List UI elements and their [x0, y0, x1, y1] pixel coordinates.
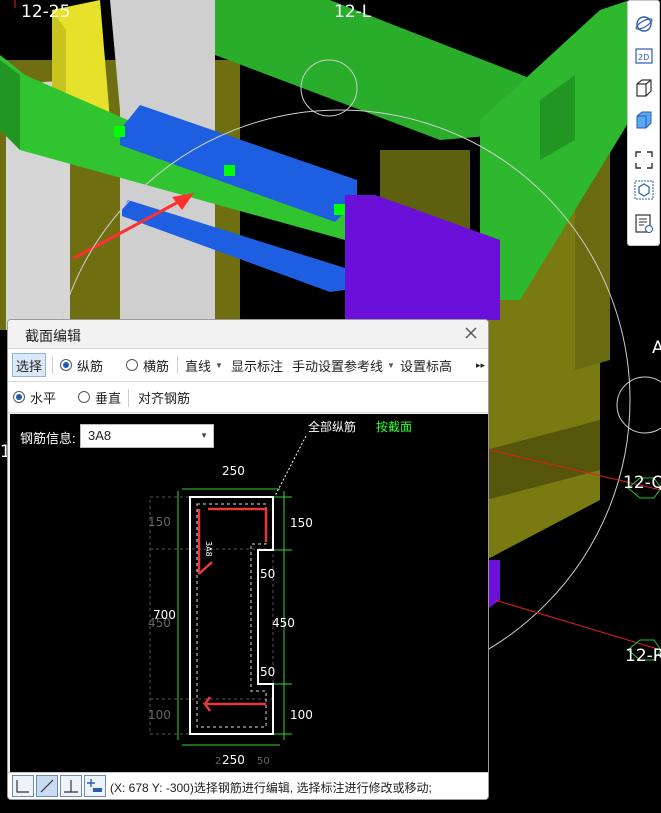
radio-indicator	[13, 391, 25, 403]
transverse-label: 横筋	[143, 358, 170, 374]
horizontal-label: 水平	[30, 390, 57, 406]
grip-handle[interactable]	[114, 126, 125, 137]
orbit-icon[interactable]	[631, 11, 657, 37]
toolbar-separator	[52, 356, 53, 374]
dialog-title: 截面编辑	[25, 328, 81, 344]
rebar-bottom-hook[interactable]	[203, 696, 212, 705]
svg-text:2D: 2D	[638, 53, 649, 62]
axis-label: 12-Q	[623, 473, 661, 493]
longitudinal-radio[interactable]: 纵筋	[60, 349, 103, 381]
edit-toolbar: 选择 纵筋 横筋 直线 ▼ 显示标注 手动设置参考线 ▼ 设置标高 ▸▸	[8, 349, 488, 382]
toolbar-separator	[177, 356, 178, 374]
grip-handle[interactable]	[334, 204, 345, 215]
dim-text: 700	[153, 608, 176, 622]
angle-snap-icon[interactable]	[12, 775, 34, 797]
status-bar: (X: 678 Y: -300)选择钢筋进行编辑, 选择标注进行修改或移动;	[8, 772, 488, 799]
dim-text: 250	[222, 464, 245, 478]
ghost-dim: 50	[257, 756, 270, 767]
axis-label: 12-L	[334, 2, 372, 22]
all-longitudinal-text: 全部纵筋	[308, 419, 356, 434]
section-outline	[189, 496, 274, 735]
close-icon[interactable]	[462, 324, 480, 342]
grip-handle[interactable]	[224, 165, 235, 176]
dim-text: 50	[260, 665, 275, 679]
rebar-hook[interactable]	[198, 561, 213, 575]
longitudinal-label: 纵筋	[77, 358, 104, 374]
line-label: 直线	[185, 358, 212, 374]
manual-ref-dropdown[interactable]: 手动设置参考线 ▼	[292, 349, 395, 381]
cube-display-icon[interactable]	[631, 177, 657, 203]
status-text: (X: 678 Y: -300)选择钢筋进行编辑, 选择标注进行修改或移动;	[110, 781, 432, 795]
ghost-dim: 2	[215, 756, 221, 767]
by-section-text: 按截面	[376, 420, 412, 434]
section-drawing: 全部纵筋 按截面 150 450 100 3A8 250 250 2 50 70…	[148, 419, 412, 767]
rebar-info-label: 钢筋信息:	[20, 431, 76, 446]
perpendicular-icon[interactable]	[60, 775, 82, 797]
fit-view-icon[interactable]	[631, 147, 657, 173]
axis-label: 12-R	[625, 646, 661, 666]
3d-box-outline-icon[interactable]	[631, 75, 657, 101]
section-inner-outline	[196, 503, 267, 728]
dialog-title-bar[interactable]: 截面编辑	[8, 320, 488, 349]
dim-text: 450	[272, 616, 295, 630]
dim-text: 150	[290, 516, 313, 530]
horizontal-radio[interactable]: 水平	[13, 382, 56, 412]
select-button[interactable]: 选择	[12, 353, 47, 377]
manual-ref-label: 手动设置参考线	[292, 358, 384, 374]
axis-label: A	[652, 338, 661, 358]
radio-indicator	[60, 359, 72, 371]
ghost-dim: 100	[148, 708, 171, 722]
section-edit-dialog: 截面编辑 选择 纵筋 横筋 直线 ▼ 显示标注 手动设置参考线 ▼ 设置标高 ▸▸ …	[7, 319, 489, 800]
vertical-label: 垂直	[95, 390, 122, 406]
vertical-radio[interactable]: 垂直	[78, 382, 121, 412]
dim-text: 250	[222, 753, 245, 767]
axis-label: 12-25	[21, 2, 70, 22]
align-toolbar: 水平 垂直 对齐钢筋	[8, 382, 488, 413]
transverse-radio[interactable]: 横筋	[126, 349, 169, 381]
align-rebar-button[interactable]: 对齐钢筋	[138, 382, 190, 412]
radio-indicator	[78, 391, 90, 403]
chevron-down-icon: ▼	[200, 431, 208, 440]
line-dropdown[interactable]: 直线 ▼	[185, 349, 223, 381]
ghost-dim: 150	[148, 515, 171, 529]
add-point-icon[interactable]	[84, 775, 106, 797]
rebar-top[interactable]	[208, 507, 268, 542]
rebar-info-select[interactable]: 3A8 ▼	[80, 424, 214, 448]
dim-text: 50	[260, 567, 275, 581]
section-canvas[interactable]: 钢筋信息: 3A8 ▼ 全部纵筋 按截面 150 450 100 3A8 250…	[10, 414, 488, 772]
ghost-outline	[149, 496, 274, 735]
dim-text: 100	[290, 708, 313, 722]
rebar-callout: 3A8	[204, 541, 213, 557]
show-dims-button[interactable]: 显示标注	[231, 349, 283, 381]
rebar-bottom[interactable]	[202, 702, 266, 712]
rebar-info-value: 3A8	[88, 428, 112, 443]
chevron-down-icon: ▼	[387, 360, 395, 370]
leader-line	[274, 435, 307, 497]
chevron-down-icon: ▼	[215, 360, 223, 370]
ghost-dim: 450	[148, 616, 171, 630]
radio-indicator	[126, 359, 138, 371]
slope-snap-icon[interactable]	[36, 775, 58, 797]
view-toolbar: 2D	[627, 0, 660, 246]
more-icon[interactable]: ▸▸	[476, 349, 485, 381]
properties-icon[interactable]	[631, 211, 657, 237]
set-elevation-button[interactable]: 设置标高	[400, 349, 452, 381]
toolbar-separator	[128, 389, 129, 407]
3d-box-solid-icon[interactable]	[631, 107, 657, 133]
2d-view-icon[interactable]: 2D	[631, 43, 657, 69]
